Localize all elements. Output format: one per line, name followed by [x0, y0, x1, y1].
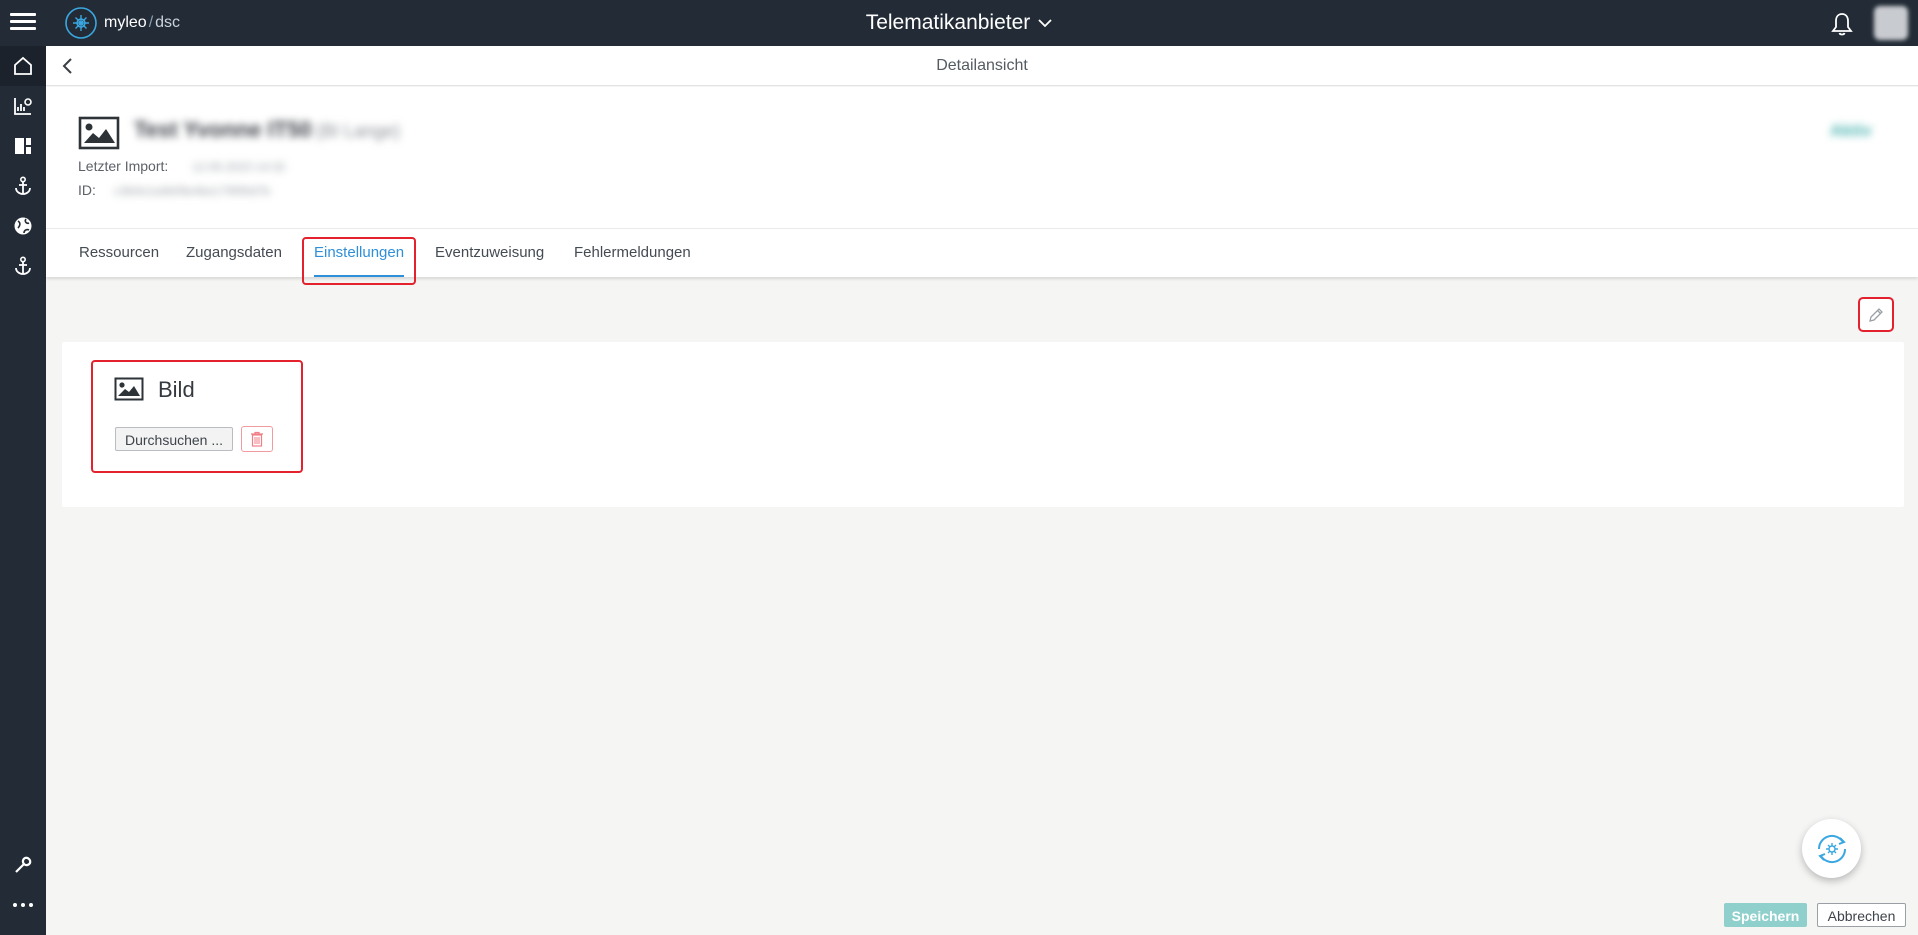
rail-anchor-1[interactable]	[0, 166, 46, 206]
myleo-logo-icon	[65, 7, 97, 39]
chart-icon	[14, 98, 32, 115]
app-switcher[interactable]: Telematikanbieter	[866, 11, 1053, 35]
id-label: ID:	[78, 182, 96, 198]
logo-slash: /	[148, 14, 154, 31]
chevron-down-icon	[1038, 19, 1052, 28]
tab-highlight-frame	[302, 237, 416, 285]
delete-image-button[interactable]	[241, 426, 273, 452]
image-icon	[114, 377, 144, 406]
trash-icon	[251, 431, 263, 447]
left-rail	[0, 46, 46, 935]
detail-header: Detailansicht	[46, 46, 1918, 86]
entity-name: Test Yvonne IT50	[134, 117, 312, 142]
edit-button[interactable]	[1858, 297, 1894, 332]
globe-icon	[14, 217, 32, 235]
last-import-value: 12.05.2023 14:32	[192, 160, 286, 174]
app-title: Telematikanbieter	[0, 0, 1918, 46]
rail-tools[interactable]	[0, 845, 46, 885]
id-value: c3b0e1a4b09e4be1795f0d7b	[114, 184, 271, 198]
rail-globe[interactable]	[0, 206, 46, 246]
hamburger-icon[interactable]	[10, 9, 36, 35]
settings-card	[62, 342, 1904, 507]
page-title: Detailansicht	[936, 57, 1028, 74]
logo-name: myleo	[104, 14, 147, 31]
bell-icon[interactable]	[1830, 11, 1854, 42]
rail-dashboard[interactable]	[0, 126, 46, 166]
logo[interactable]: myleo / dsc	[64, 6, 180, 40]
home-icon	[14, 56, 32, 75]
app-title-label: Telematikanbieter	[865, 11, 1031, 34]
dashboard-icon	[15, 138, 31, 154]
logo-suffix: dsc	[155, 14, 181, 31]
entity-subtitle: (BI Lange)	[316, 121, 401, 141]
logo-text: myleo / dsc	[104, 14, 180, 32]
refresh-fab-button[interactable]	[1802, 819, 1861, 878]
rail-anchor-2[interactable]	[0, 246, 46, 286]
last-import-label: Letzter Import:	[78, 158, 169, 174]
browse-button[interactable]: Durchsuchen ...	[115, 427, 233, 451]
entity-info-panel: Test Yvonne IT50 (BI Lange) Aktiv Letzte…	[46, 87, 1918, 229]
refresh-icon	[1817, 834, 1846, 863]
tab-ressourcen[interactable]: Ressourcen	[79, 229, 159, 277]
tab-eventzuweisung[interactable]: Eventzuweisung	[435, 229, 544, 277]
tab-fehlermeldungen[interactable]: Fehlermeldungen	[574, 229, 691, 277]
cancel-button[interactable]: Abbrechen	[1817, 903, 1906, 927]
save-button[interactable]: Speichern	[1724, 903, 1807, 927]
image-icon	[78, 116, 120, 155]
top-bar: myleo / dsc Telematikanbieter	[0, 0, 1918, 46]
image-section-title: Bild	[158, 377, 195, 402]
avatar[interactable]	[1874, 6, 1908, 40]
anchor-icon	[15, 176, 31, 195]
rail-home[interactable]	[0, 46, 46, 86]
wrench-icon	[15, 856, 32, 873]
more-icon	[13, 903, 33, 907]
status-badge: Aktiv	[1830, 121, 1872, 140]
rail-more[interactable]	[0, 885, 46, 925]
tab-zugangsdaten[interactable]: Zugangsdaten	[186, 229, 282, 277]
anchor-icon	[15, 256, 31, 275]
rail-analytics[interactable]	[0, 86, 46, 126]
pencil-icon	[1869, 307, 1883, 322]
